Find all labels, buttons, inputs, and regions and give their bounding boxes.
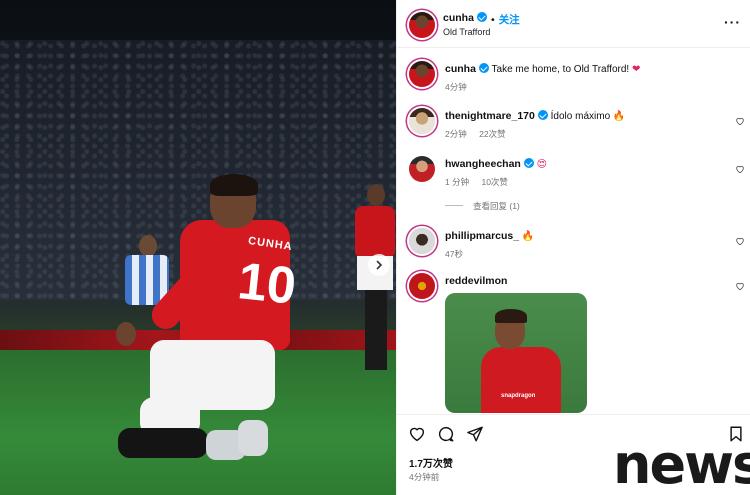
location-link[interactable]: Old Trafford (443, 27, 490, 37)
like-comment-icon[interactable] (735, 164, 745, 174)
share-icon[interactable] (466, 425, 484, 443)
comment-likes[interactable]: 22次赞 (479, 129, 505, 139)
like-comment-icon[interactable] (735, 281, 745, 291)
comment-time: 1 分钟 (445, 177, 470, 187)
jersey-number: 10 (235, 252, 299, 316)
author-avatar[interactable] (409, 12, 435, 38)
verified-icon (523, 158, 534, 168)
verified-icon (476, 12, 487, 22)
heart-emoji: ❤ (631, 64, 641, 75)
fire-emoji: 🔥 (612, 111, 626, 122)
comment-time: 2分钟 (445, 129, 467, 139)
chevron-right-icon (376, 260, 383, 270)
commenter-avatar[interactable] (409, 273, 435, 299)
verified-icon (478, 63, 489, 73)
comment-time: 47秒 (445, 249, 463, 259)
post-sidebar: cunha • 关注 Old Trafford ··· cunha Take me… (396, 0, 750, 495)
like-comment-icon[interactable] (735, 116, 745, 126)
kneeling-player: CUNHA 10 (110, 172, 310, 472)
commenter-avatar[interactable] (409, 108, 435, 134)
like-count[interactable]: 1.7万次赞 (409, 455, 453, 470)
commenter-avatar[interactable] (409, 156, 435, 182)
heart-eyes-emoji: 😍 (536, 159, 548, 170)
view-replies-button[interactable]: 查看回复 (1) (445, 200, 520, 212)
gif-sponsor-text: snapdragon (501, 393, 536, 399)
like-comment-icon[interactable] (735, 236, 745, 246)
author-avatar[interactable] (409, 61, 435, 87)
background-player (355, 178, 396, 378)
commenter-avatar[interactable] (409, 228, 435, 254)
comment-text: Ídolo máximo (550, 111, 611, 122)
author-username[interactable]: cunha (443, 12, 487, 24)
follow-separator: • (491, 14, 495, 26)
caption-time: 4分钟 (445, 82, 467, 92)
next-image-button[interactable] (368, 254, 390, 276)
verified-icon (537, 110, 548, 120)
fire-emoji: 🔥 (521, 231, 535, 242)
comment-likes[interactable]: 10次赞 (481, 177, 507, 187)
post-header: cunha • 关注 Old Trafford ··· (397, 0, 750, 48)
news-watermark: news (613, 433, 750, 495)
comment-username[interactable]: hwangheechan (445, 158, 521, 170)
comment-icon[interactable] (437, 425, 455, 443)
like-icon[interactable] (408, 425, 426, 443)
comment-username[interactable]: thenightmare_170 (445, 110, 535, 122)
post-photo[interactable]: CUNHA 10 (0, 0, 396, 495)
more-options-icon[interactable]: ··· (724, 14, 741, 30)
post-time: 4分钟前 (409, 472, 440, 482)
comment-username[interactable]: phillipmarcus_ (445, 230, 519, 242)
comment-gif[interactable]: snapdragon (445, 293, 587, 413)
caption-text: Take me home, to Old Trafford! (491, 64, 630, 75)
comment-username[interactable]: cunha (445, 63, 476, 75)
comment-username[interactable]: reddevilmon (445, 275, 507, 287)
follow-button[interactable]: • 关注 (491, 12, 520, 27)
